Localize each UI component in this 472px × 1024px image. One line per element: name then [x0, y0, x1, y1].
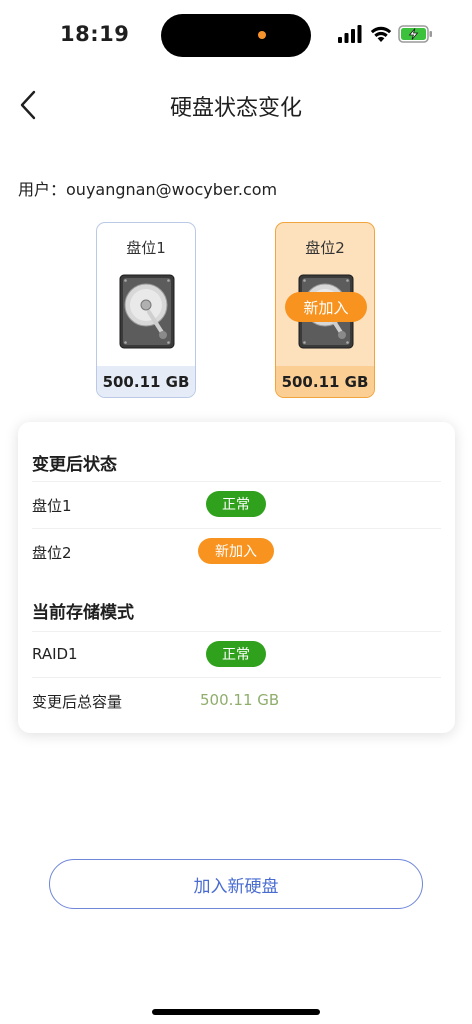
total-capacity-value: 500.11 GB [200, 691, 280, 709]
hard-disk-icon [119, 274, 175, 349]
row-label: RAID1 [32, 645, 78, 663]
user-email: ouyangnan@wocyber.com [66, 180, 278, 199]
slot-label: 盘位2 [305, 239, 345, 257]
user-label: 用户： [18, 180, 67, 199]
status-badge: 正常 [206, 641, 266, 667]
new-disk-badge: 新加入 [285, 292, 367, 322]
status-badge: 新加入 [198, 538, 274, 564]
disk-slot-1-card[interactable]: 盘位1 500.11 GB [96, 222, 196, 398]
cellular-signal-icon [338, 25, 362, 43]
raid-mode-row: RAID1 正常 [32, 631, 441, 677]
row-label: 盘位1 [32, 497, 72, 515]
disk-slot-2-card[interactable]: 盘位2 新加入 500.11 GB [275, 222, 375, 398]
slot-capacity: 500.11 GB [276, 366, 374, 397]
status-time: 18:19 [60, 22, 130, 46]
row-label: 盘位2 [32, 544, 72, 562]
status-badge: 正常 [206, 491, 266, 517]
add-new-disk-button[interactable]: 加入新硬盘 [49, 859, 423, 909]
slot-1-status-row: 盘位1 正常 [32, 481, 441, 527]
status-card: 变更后状态 盘位1 正常 盘位2 新加入 当前存储模式 RAID1 正常 变更后… [18, 422, 455, 733]
row-label: 变更后总容量 [32, 693, 123, 711]
storage-mode-heading: 当前存储模式 [32, 603, 134, 623]
wifi-icon [370, 26, 392, 42]
changed-status-heading: 变更后状态 [32, 455, 117, 475]
page-title: 硬盘状态变化 [169, 96, 302, 121]
island-indicator-dot [258, 31, 266, 39]
slot-capacity: 500.11 GB [97, 366, 195, 397]
dynamic-island [161, 14, 311, 57]
slot-2-status-row: 盘位2 新加入 [32, 528, 441, 574]
nav-header: 硬盘状态变化 [0, 80, 472, 130]
total-capacity-row: 变更后总容量 500.11 GB [32, 677, 441, 723]
slot-label: 盘位1 [126, 239, 166, 257]
battery-charging-icon [398, 25, 432, 43]
user-info: 用户：ouyangnan@wocyber.com [18, 176, 277, 200]
home-indicator [152, 1009, 320, 1015]
status-bar: 18:19 [0, 0, 472, 70]
